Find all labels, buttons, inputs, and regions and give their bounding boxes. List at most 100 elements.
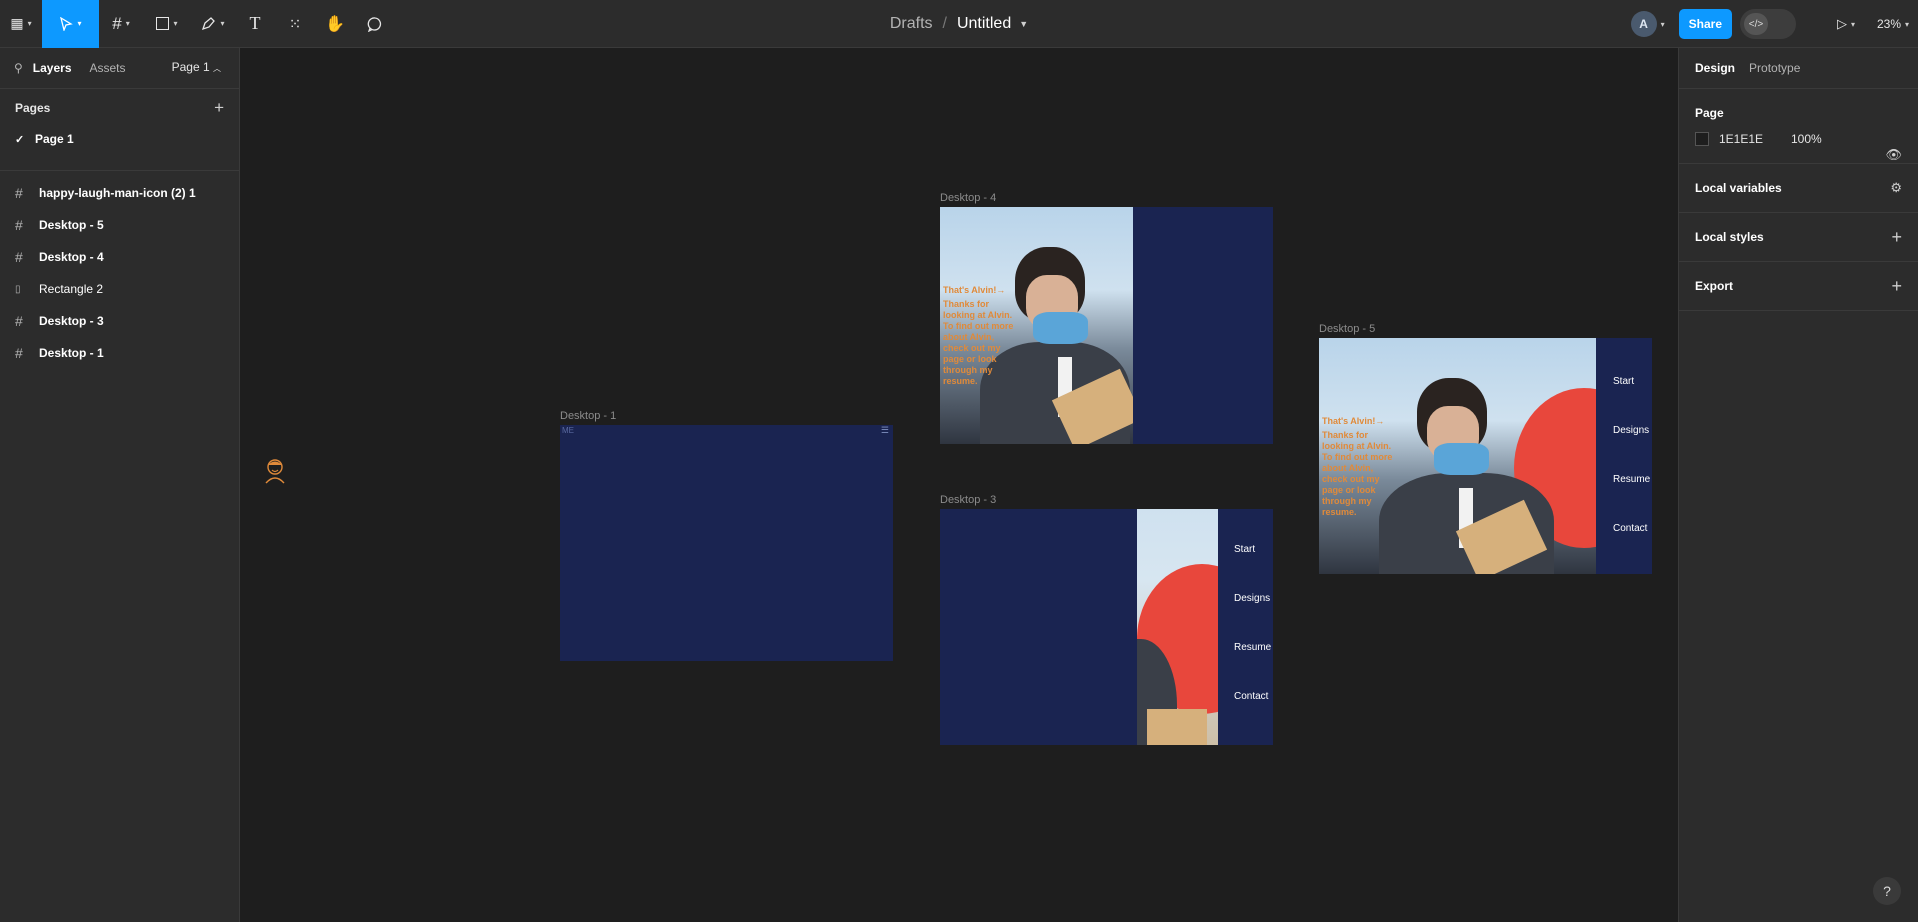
nav-designs[interactable]: Designs (1613, 425, 1650, 474)
nav-start[interactable]: Start (1613, 376, 1650, 425)
text-tool-button[interactable]: T (235, 0, 275, 48)
frame-tool-button[interactable]: # ▾ (99, 0, 143, 48)
nav-contact[interactable]: Contact (1234, 691, 1271, 740)
page-section: Page 1E1E1E 100% 👁 (1679, 88, 1918, 164)
zoom-level: 23% (1876, 17, 1901, 31)
main-menu-button[interactable]: ▦ ▾ (0, 0, 42, 48)
local-styles-section[interactable]: Local styles + (1679, 213, 1918, 262)
frame-label[interactable]: Desktop - 1 (560, 410, 616, 422)
play-icon: ▷ (1836, 16, 1847, 31)
frame-hash-icon: # (15, 249, 23, 265)
layer-label: Desktop - 4 (39, 250, 104, 264)
cursor-icon (60, 16, 74, 31)
present-button[interactable]: ▷ ▾ (1824, 0, 1868, 48)
local-variables-section[interactable]: Local variables ⚙ (1679, 164, 1918, 213)
layer-label: Rectangle 2 (39, 282, 104, 296)
comment-icon (367, 16, 382, 32)
tab-design[interactable]: Design (1695, 61, 1735, 75)
page-item[interactable]: ✓ Page 1 (0, 126, 239, 152)
frame-desktop-5[interactable]: That's Alvin!→ Thanks for looking at Alv… (1319, 338, 1652, 574)
pen-icon (202, 17, 216, 31)
code-icon: </> (1744, 13, 1768, 35)
share-button[interactable]: Share (1678, 9, 1732, 39)
add-page-icon[interactable]: + (214, 98, 224, 118)
layer-item[interactable]: # Desktop - 3 (0, 305, 239, 337)
page-color-row[interactable]: 1E1E1E 100% (1695, 129, 1902, 149)
add-export-icon[interactable]: + (1891, 276, 1902, 297)
text-icon: T (249, 13, 261, 33)
sliders-icon[interactable]: ⚙ (1890, 180, 1902, 196)
frame-label[interactable]: Desktop - 3 (940, 494, 996, 506)
multiplayer-avatar[interactable]: A ▾ (1630, 11, 1665, 37)
layer-label: Desktop - 5 (39, 218, 104, 232)
eye-icon[interactable]: 👁 (1885, 147, 1902, 163)
chevron-down-icon[interactable]: ▼ (1019, 19, 1028, 29)
nav-start[interactable]: Start (1234, 544, 1271, 593)
export-label: Export (1695, 279, 1734, 293)
breadcrumb-drafts[interactable]: Drafts (890, 15, 933, 33)
page-selector[interactable]: Page 1 ︿ (172, 60, 221, 74)
layer-item[interactable]: ▯ Rectangle 2 (0, 273, 239, 305)
page-item-label: Page 1 (35, 132, 74, 146)
properties-panel: Design Prototype Page 1E1E1E 100% 👁 Loca… (1678, 48, 1918, 922)
resources-button[interactable]: ⁙ (275, 0, 315, 48)
canvas[interactable]: Desktop - 1 ME ☰ Desktop - 4 That's Alvi… (240, 48, 1678, 922)
breadcrumb-separator: / (942, 15, 947, 32)
nav-menu: Start Designs Resume Contact (1613, 376, 1650, 572)
nav-resume[interactable]: Resume (1613, 474, 1650, 523)
comment-tool-button[interactable] (355, 0, 395, 48)
logo-icon: ME (562, 426, 574, 435)
add-style-icon[interactable]: + (1891, 227, 1902, 248)
frame-label[interactable]: Desktop - 4 (940, 192, 996, 204)
frame-hash-icon: # (15, 185, 23, 201)
search-icon[interactable]: ⚲ (14, 61, 23, 75)
layer-item[interactable]: # happy-laugh-man-icon (2) 1 (0, 177, 239, 209)
help-button[interactable]: ? (1873, 877, 1901, 905)
frame-label[interactable]: Desktop - 5 (1319, 323, 1375, 335)
intro-body: Thanks for looking at Alvin. To find out… (1322, 430, 1393, 517)
chevron-up-icon: ︿ (213, 64, 221, 73)
layers-panel: ⚲ Layers Assets Page 1 ︿ Pages + ✓ Page … (0, 48, 240, 922)
nav-designs[interactable]: Designs (1234, 593, 1271, 642)
rectangle-icon: ▯ (15, 283, 21, 295)
dev-mode-toggle[interactable]: </> (1740, 9, 1796, 39)
local-styles-label: Local styles (1695, 230, 1764, 244)
intro-heading: That's Alvin!→ (1322, 416, 1385, 426)
layer-item[interactable]: # Desktop - 1 (0, 337, 239, 369)
file-name[interactable]: Untitled (957, 15, 1011, 33)
cropped-photo (1137, 509, 1218, 745)
layer-item[interactable]: # Desktop - 5 (0, 209, 239, 241)
zoom-control[interactable]: 23% ▾ (1868, 0, 1918, 48)
local-variables-label: Local variables (1695, 181, 1782, 195)
page-opacity-value[interactable]: 100% (1791, 132, 1822, 146)
intro-body: Thanks for looking at Alvin. To find out… (943, 299, 1014, 386)
rectangle-icon (156, 17, 170, 30)
hand-icon: ✋ (325, 15, 345, 33)
move-tool-button[interactable]: ▾ (42, 0, 99, 48)
frame-hash-icon: # (15, 345, 23, 361)
nav-resume[interactable]: Resume (1234, 642, 1271, 691)
figma-logo-icon: ▦ (10, 15, 24, 31)
nav-menu: Start Designs Resume Contact (1234, 544, 1271, 740)
tab-assets[interactable]: Assets (90, 61, 126, 75)
frame-desktop-1[interactable]: ME ☰ (560, 425, 893, 661)
frame-hash-icon: # (15, 217, 23, 233)
hand-tool-button[interactable]: ✋ (315, 0, 355, 48)
frame-hash-icon: # (112, 13, 122, 33)
tab-prototype[interactable]: Prototype (1749, 61, 1800, 75)
pen-tool-button[interactable]: ▾ (191, 0, 235, 48)
menu-icon: ☰ (880, 425, 889, 435)
export-section[interactable]: Export + (1679, 262, 1918, 311)
layer-label: Desktop - 1 (39, 346, 104, 360)
rectangle-tool-button[interactable]: ▾ (143, 0, 191, 48)
page-color-value[interactable]: 1E1E1E (1719, 132, 1791, 146)
layer-label: happy-laugh-man-icon (2) 1 (39, 186, 196, 200)
frame-desktop-3[interactable]: Start Designs Resume Contact (940, 509, 1273, 745)
frame-desktop-4[interactable]: That's Alvin!→ Thanks for looking at Alv… (940, 207, 1273, 444)
color-swatch[interactable] (1695, 132, 1709, 146)
page-selector-label: Page 1 (171, 60, 210, 74)
nav-contact[interactable]: Contact (1613, 523, 1650, 572)
tab-layers[interactable]: Layers (33, 61, 72, 75)
layer-item[interactable]: # Desktop - 4 (0, 241, 239, 273)
happy-laugh-man-icon[interactable] (263, 456, 287, 484)
